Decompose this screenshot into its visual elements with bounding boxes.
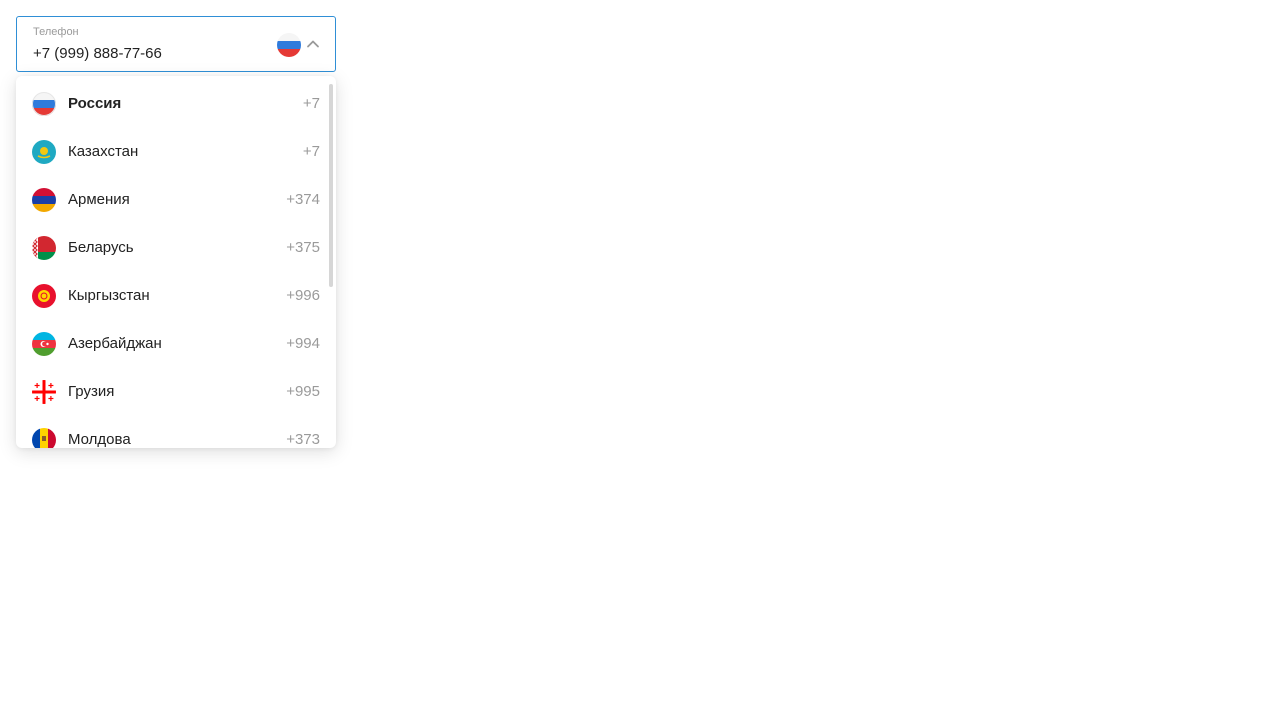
country-code: +7 bbox=[302, 143, 320, 160]
country-code: +994 bbox=[286, 335, 320, 352]
phone-label: Телефон bbox=[33, 26, 79, 38]
country-item-kyrgyzstan[interactable]: Кыргызстан +996 bbox=[16, 272, 336, 320]
country-code: +996 bbox=[286, 287, 320, 304]
flag-russia-icon[interactable] bbox=[277, 33, 301, 57]
country-name: Азербайджан bbox=[68, 335, 162, 352]
country-name: Молдова bbox=[68, 431, 131, 448]
country-item-azerbaijan[interactable]: Азербайджан +994 bbox=[16, 320, 336, 368]
country-dropdown[interactable]: Россия +7 Казахстан +7 Армения +374 Бела… bbox=[16, 76, 336, 448]
flag-kazakhstan-icon bbox=[32, 140, 56, 164]
country-code: +374 bbox=[286, 191, 320, 208]
country-name: Кыргызстан bbox=[68, 287, 150, 304]
country-code: +7 bbox=[302, 95, 320, 112]
country-item-armenia[interactable]: Армения +374 bbox=[16, 176, 336, 224]
country-item-moldova[interactable]: Молдова +373 bbox=[16, 416, 336, 448]
country-item-georgia[interactable]: Грузия +995 bbox=[16, 368, 336, 416]
country-name: Казахстан bbox=[68, 143, 139, 160]
phone-input[interactable] bbox=[33, 44, 253, 64]
flag-russia-icon bbox=[32, 92, 56, 116]
flag-moldova-icon bbox=[32, 428, 56, 448]
country-code: +373 bbox=[286, 431, 320, 448]
flag-armenia-icon bbox=[32, 188, 56, 212]
chevron-up-icon[interactable] bbox=[305, 36, 321, 52]
flag-azerbaijan-icon bbox=[32, 332, 56, 356]
flag-belarus-icon bbox=[32, 236, 56, 260]
country-code: +995 bbox=[286, 383, 320, 400]
country-name: Грузия bbox=[68, 383, 115, 400]
phone-field[interactable]: Телефон bbox=[16, 16, 336, 72]
country-item-kazakhstan[interactable]: Казахстан +7 bbox=[16, 128, 336, 176]
country-name: Россия bbox=[68, 95, 122, 112]
dropdown-scrollbar[interactable] bbox=[329, 84, 333, 287]
country-name: Беларусь bbox=[68, 239, 134, 256]
flag-georgia-icon bbox=[32, 380, 56, 404]
country-name: Армения bbox=[68, 191, 130, 208]
country-list: Россия +7 Казахстан +7 Армения +374 Бела… bbox=[16, 80, 336, 448]
country-item-russia[interactable]: Россия +7 bbox=[16, 80, 336, 128]
country-item-belarus[interactable]: Беларусь +375 bbox=[16, 224, 336, 272]
flag-kyrgyzstan-icon bbox=[32, 284, 56, 308]
country-code: +375 bbox=[286, 239, 320, 256]
